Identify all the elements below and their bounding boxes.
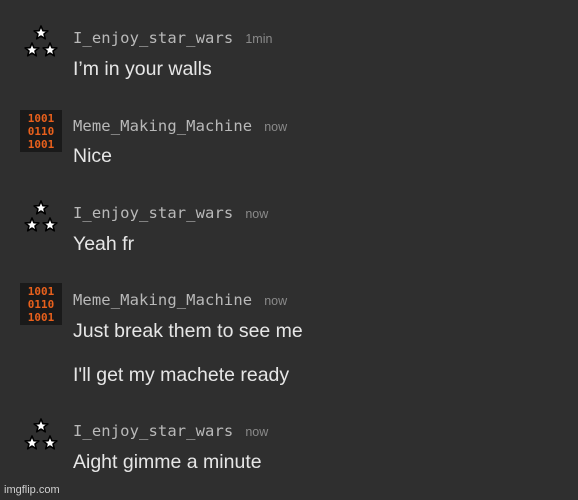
message-text: Just break them to see me (73, 320, 303, 342)
svg-text:0110: 0110 (28, 298, 55, 311)
timestamp: now (264, 294, 288, 308)
message-text: I'll get my machete ready (73, 364, 290, 386)
username[interactable]: I_enjoy_star_wars (73, 422, 233, 440)
chat-view: I_enjoy_star_wars 1min I’m in your walls … (0, 0, 578, 500)
binary-avatar-icon[interactable]: 1001 0110 1001 (20, 283, 62, 325)
message-text: Aight gimme a minute (73, 451, 262, 473)
timestamp: now (245, 207, 269, 221)
timestamp: now (245, 425, 269, 439)
message-text: Yeah fr (73, 233, 135, 255)
svg-text:1001: 1001 (28, 311, 55, 324)
username[interactable]: I_enjoy_star_wars (73, 204, 233, 222)
binary-avatar-icon[interactable]: 1001 0110 1001 (20, 110, 62, 152)
timestamp: 1min (245, 32, 273, 46)
username[interactable]: Meme_Making_Machine (73, 117, 252, 135)
svg-text:1001: 1001 (28, 138, 55, 151)
svg-text:1001: 1001 (28, 285, 55, 298)
stars-avatar-icon[interactable] (20, 415, 62, 457)
username[interactable]: Meme_Making_Machine (73, 291, 252, 309)
stars-avatar-icon[interactable] (20, 22, 62, 64)
username[interactable]: I_enjoy_star_wars (73, 29, 233, 47)
svg-text:1001: 1001 (28, 112, 55, 125)
timestamp: now (264, 120, 288, 134)
stars-avatar-icon[interactable] (20, 197, 62, 239)
watermark: imgflip.com (4, 484, 60, 496)
message-text: Nice (73, 145, 113, 167)
message-text: I’m in your walls (73, 58, 212, 80)
svg-text:0110: 0110 (28, 125, 55, 138)
